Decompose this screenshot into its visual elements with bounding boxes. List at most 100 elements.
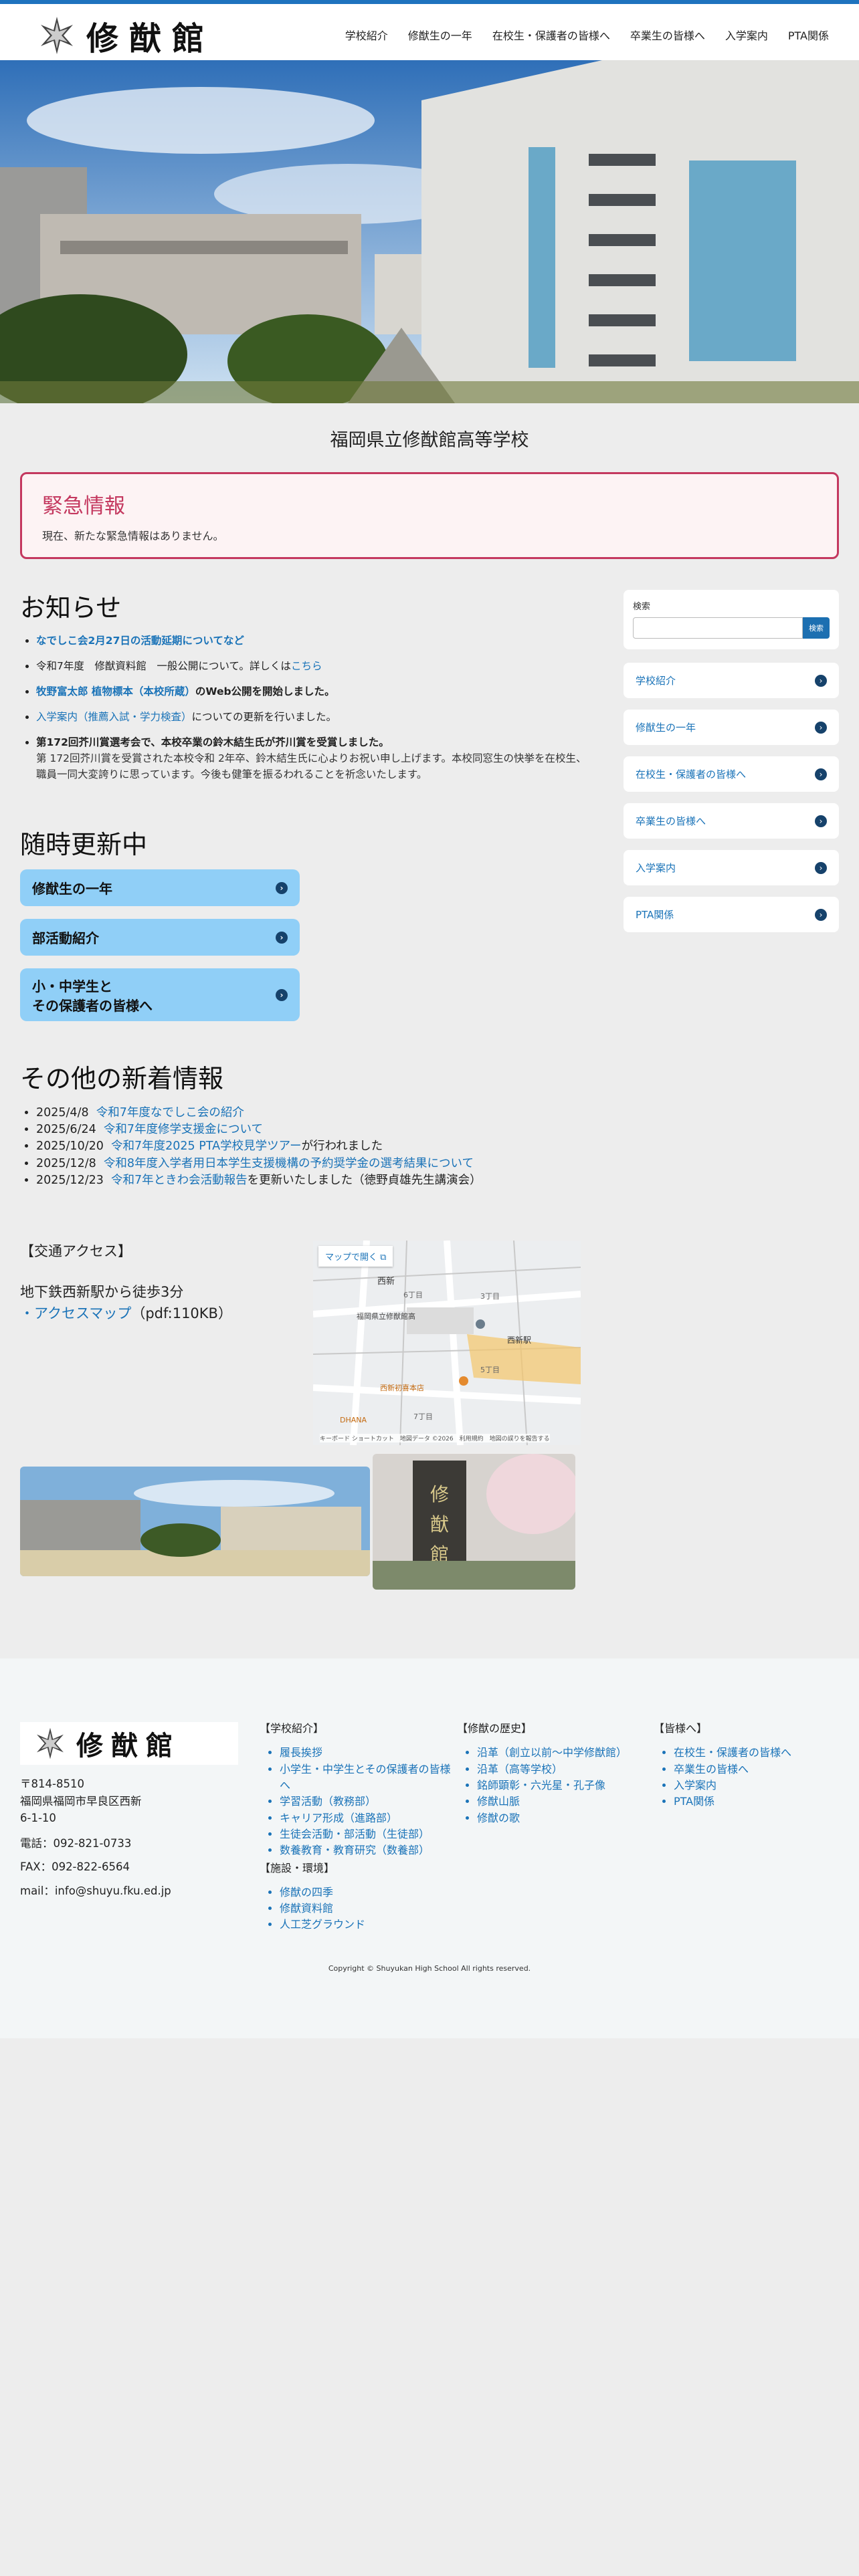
nav-item-admission[interactable]: 入学案内 (725, 27, 768, 43)
news-link[interactable]: 令和7年度修学支援金について (104, 1123, 263, 1136)
open-map-button[interactable]: マップで開く ⧉ (318, 1246, 393, 1267)
news-title: お知らせ (20, 593, 122, 623)
news-text: 第172回芥川賞選考会で、本校卒業の鈴木結生氏が芥川賞を受賞しました。 (36, 736, 389, 749)
footer-logo[interactable]: 修猷館 (20, 1722, 238, 1765)
footer-column-everyone: 【皆様へ】 在校生・保護者の皆様へ 卒業生の皆様へ 入学案内 PTA関係 (654, 1721, 841, 1810)
address-line: 6-1-10 (20, 1812, 56, 1825)
footer-link[interactable]: PTA関係 (674, 1795, 714, 1808)
news-text: を更新いたしました（徳野貞雄先生講演会） (247, 1173, 482, 1187)
footer-address: 〒814-8510 福岡県福岡市早良区西新 6-1-10 電話：092-821-… (20, 1776, 171, 1899)
sidebar-item-label: 卒業生の皆様へ (636, 815, 706, 827)
nav-item-school-intro[interactable]: 学校紹介 (345, 27, 388, 43)
other-news-title: その他の新着情報 (20, 1064, 224, 1093)
news-link[interactable]: 令和8年度入学者用日本学生支援機構の予約奨学金の選考結果について (104, 1157, 474, 1170)
chevron-right-icon: › (815, 861, 827, 874)
list-item: 2025/4/8 令和7年度なでしこ会の紹介 (36, 1105, 482, 1121)
list-item: 牧野富太郎 植物標本（本校所蔵）のWeb公開を開始しました。 (36, 683, 595, 700)
google-map[interactable]: マップで開く ⧉ 西新 福岡県立修猷館高 西新初喜本店 西新駅 DHANA 6丁… (313, 1241, 581, 1445)
chevron-right-icon: › (276, 988, 288, 1001)
footer-link[interactable]: 在校生・保護者の皆様へ (674, 1746, 791, 1759)
footer-link[interactable]: キャリア形成（進路部） (280, 1812, 397, 1824)
school-photo-grounds (20, 1467, 370, 1576)
footer-link[interactable]: 小学生・中学生とその保護者の皆様へ (280, 1763, 451, 1792)
map-label: 西新 (377, 1277, 395, 1287)
footer-link[interactable]: 数養教育・教育研究（数養部） (280, 1844, 430, 1856)
chevron-right-icon: › (815, 815, 827, 827)
update-button-club-activities[interactable]: 部活動紹介 › (20, 919, 300, 956)
footer-link[interactable]: 沿革（創立以前〜中学修猷館） (477, 1746, 627, 1759)
news-date: 2025/6/24 (36, 1123, 96, 1137)
sidebar-item-graduates[interactable]: 卒業生の皆様へ › (624, 803, 839, 839)
footer-link[interactable]: 修猷山脈 (477, 1795, 520, 1808)
nav-item-pta[interactable]: PTA関係 (788, 27, 829, 43)
news-date: 2025/12/8 (36, 1156, 96, 1170)
sidebar-item-label: 学校紹介 (636, 675, 676, 687)
sidebar-item-label: 在校生・保護者の皆様へ (636, 768, 747, 780)
sidebar-item-students-parents[interactable]: 在校生・保護者の皆様へ › (624, 756, 839, 792)
footer-link[interactable]: 履長挨拶 (280, 1746, 322, 1759)
copyright-text: Copyright © Shuyukan High School All rig… (328, 1964, 531, 1973)
access-info: 【交通アクセス】 地下鉄西新駅から徒歩3分 ・アクセスマップ（pdf:110KB… (20, 1241, 232, 1325)
list-item: なでしこ会2月27日の活動延期についてなど (36, 633, 595, 649)
button-label-line: その保護者の皆様へ (32, 997, 153, 1014)
footer-link[interactable]: 修猷の四季 (280, 1886, 333, 1899)
footer-column-history: 【修猷の歴史】 沿革（創立以前〜中学修猷館） 沿革（高等学校） 銘師顕彰・六光星… (457, 1721, 651, 1826)
news-link[interactable]: 牧野富太郎 植物標本（本校所蔵） (36, 685, 195, 697)
footer-link[interactable]: 人工芝グラウンド (280, 1918, 365, 1931)
site-header: 修猷館 学校紹介 修猷生の一年 在校生・保護者の皆様へ 卒業生の皆様へ 入学案内… (0, 4, 859, 60)
footer-column-title: 【皆様へ】 (654, 1722, 708, 1735)
footer-link[interactable]: 入学案内 (674, 1779, 717, 1792)
list-item: 入学案内（推薦入試・学力検査）についての更新を行いました。 (36, 709, 595, 725)
news-list: なでしこ会2月27日の活動延期についてなど 令和7年度 修猷資料館 一般公開につ… (20, 633, 595, 792)
sidebar-item-label: 修猷生の一年 (636, 722, 696, 734)
map-label: 7丁目 (413, 1412, 433, 1421)
news-link[interactable]: 令和7年度2025 PTA学校見学ツアー (111, 1140, 302, 1153)
update-button-student-year[interactable]: 修猷生の一年 › (20, 869, 300, 906)
button-label-line: 小・中学生と (32, 978, 112, 994)
news-link[interactable]: なでしこ会2月27日の活動延期についてなど (36, 635, 244, 647)
footer-link[interactable]: 卒業生の皆様へ (674, 1763, 749, 1776)
sidebar-item-pta[interactable]: PTA関係 › (624, 897, 839, 932)
sidebar: 検索 検索 学校紹介 › 修猷生の一年 › 在校生・保護者の皆様へ › 卒業生の皆様へ… (624, 590, 839, 932)
school-name: 福岡県立修猷館高等学校 (330, 430, 529, 451)
sidebar-item-student-year[interactable]: 修猷生の一年 › (624, 710, 839, 745)
footer-link[interactable]: 修猷資料館 (280, 1902, 333, 1915)
access-map-link[interactable]: ・アクセスマップ (20, 1305, 131, 1321)
news-link[interactable]: 入学案内（推薦入試・学力検査） (36, 711, 192, 723)
sidebar-item-admission[interactable]: 入学案内 › (624, 850, 839, 885)
footer-link[interactable]: 学習活動（教務部） (280, 1795, 376, 1808)
chevron-right-icon: › (815, 721, 827, 734)
list-item: 2025/10/20 令和7年度2025 PTA学校見学ツアーが行われました (36, 1138, 482, 1155)
news-link[interactable]: こちら (291, 660, 322, 672)
chevron-right-icon: › (276, 881, 288, 894)
footer-link[interactable]: 修猷の歌 (477, 1812, 520, 1824)
map-label: DHANA (340, 1416, 367, 1424)
nav-item-graduates[interactable]: 卒業生の皆様へ (630, 27, 705, 43)
sidebar-item-school-intro[interactable]: 学校紹介 › (624, 663, 839, 698)
map-attribution: キーボード ショートカット 地図データ ©2026 利用規約 地図の誤りを報告す… (320, 1434, 550, 1442)
update-button-elementary-junior[interactable]: 小・中学生とその保護者の皆様へ › (20, 968, 300, 1021)
footer-link[interactable]: 沿革（高等学校） (477, 1763, 563, 1776)
access-line: 地下鉄西新駅から徒歩3分 (20, 1283, 184, 1300)
six-point-star-icon (41, 17, 73, 54)
school-photo-gate: 修 猷 館 (373, 1454, 575, 1590)
map-label: 6丁目 (403, 1291, 423, 1299)
news-link[interactable]: 令和7年度なでしこ会の紹介 (96, 1106, 244, 1119)
button-label: 小・中学生とその保護者の皆様へ (32, 976, 153, 1014)
footer-link[interactable]: 銘師顕彰・六光星・孔子像 (477, 1779, 605, 1792)
alert-text: 現在、新たな緊急情報はありません。 (42, 530, 224, 542)
nav-item-student-year[interactable]: 修猷生の一年 (408, 27, 472, 43)
emergency-alert-box: 緊急情報 現在、新たな緊急情報はありません。 (20, 472, 839, 559)
footer-column-title: 【修猷の歴史】 (457, 1722, 533, 1735)
news-text: についての更新を行いました。 (191, 711, 337, 724)
nav-item-students-parents[interactable]: 在校生・保護者の皆様へ (492, 27, 610, 43)
list-item: 第172回芥川賞選考会で、本校卒業の鈴木結生氏が芥川賞を受賞しました。第 172… (36, 734, 595, 782)
phone-number: 電話：092-821-0733 (20, 1836, 132, 1850)
footer-link[interactable]: 生徒会活動・部活動（生徒部） (280, 1828, 430, 1840)
search-button[interactable]: 検索 (803, 617, 830, 639)
search-input[interactable] (633, 617, 803, 639)
logo-text: 修猷館 (76, 1730, 181, 1761)
news-link[interactable]: 令和7年ときわ会活動報告 (111, 1174, 248, 1187)
button-label: 部活動紹介 (32, 930, 99, 946)
site-logo[interactable]: 修猷館 (37, 12, 215, 59)
